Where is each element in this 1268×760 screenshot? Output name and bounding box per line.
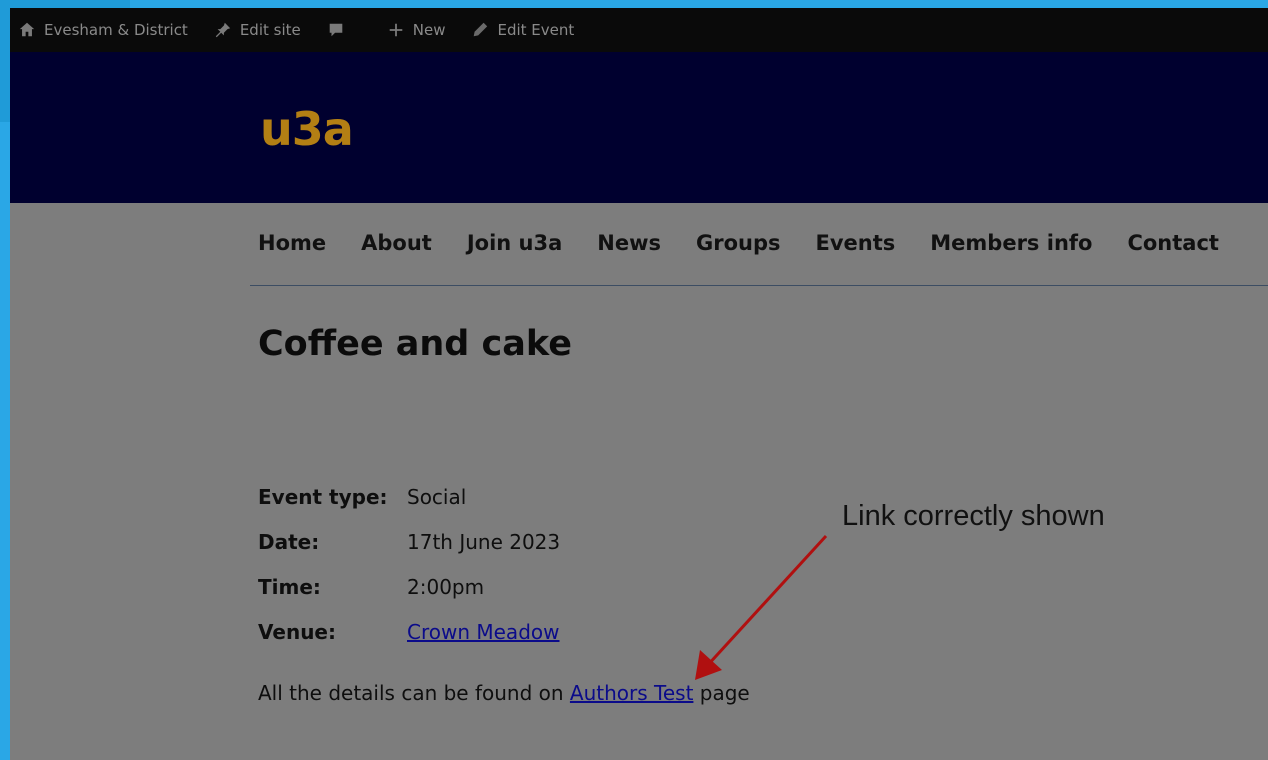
- annotation-arrow: [695, 534, 828, 680]
